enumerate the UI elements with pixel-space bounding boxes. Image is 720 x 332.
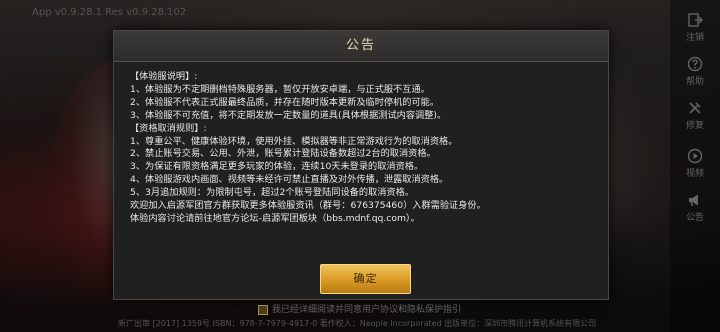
dialog-title: 公告 <box>345 38 376 53</box>
announcement-line: 欢迎加入启源军团官方群获取更多体验服资讯（群号：676375460）入群需验证身… <box>130 200 486 212</box>
game-login-screen: App v0.9.28.1 Res v0.9.28.102 注销 帮助 修复 视… <box>0 0 720 332</box>
announcement-line: 5、3月追加规则：为限制屯号，超过2个账号登陆同设备的取消资格。 <box>130 187 414 199</box>
announcement-line: 3、为保证有限资格满足更多玩家的体验，连续10天未登录的取消资格。 <box>130 161 424 173</box>
dialog-header: 公告 <box>114 31 608 62</box>
announcement-line: 体验内容讨论请前往地官方论坛-启源军团板块（bbs.mdnf.qq.com）。 <box>130 212 420 224</box>
announcement-line: 2、体验服不代表正式服最终品质，并存在随时版本更新及临时停机的可能。 <box>130 96 440 108</box>
agreement-text[interactable]: 我已经详细阅读并同意用户协议和隐私保护指引 <box>272 305 461 315</box>
announcement-line: 1、体验服为不定期删档特殊服务器，暂仅开放安卓端，与正式服不互通。 <box>130 83 430 95</box>
dialog-body: 【体验服说明】: 1、体验服为不定期删档特殊服务器，暂仅开放安卓端，与正式服不互… <box>130 71 592 226</box>
announcement-line: 4、体验服游戏内画面、视频等未经许可禁止直播及对外传播，泄露取消资格。 <box>130 174 449 186</box>
announcement-line: 【资格取消规则】: <box>130 122 207 134</box>
agreement-row: 我已经详细阅读并同意用户协议和隐私保护指引 <box>258 302 461 315</box>
announcement-line: 3、体验服不可充值，将不定期发放一定数量的道具(具体根据测试内容调整)。 <box>130 109 447 121</box>
announcement-line: 2、禁止账号交易、公用、外泄，账号累计登陆设备数超过2台的取消资格。 <box>130 148 436 160</box>
announcement-line: 【体验服说明】: <box>130 71 198 82</box>
agreement-checkbox[interactable] <box>258 304 268 315</box>
announcement-line: 1、尊重公平、健康体验环境，使用外挂、模拟器等非正常游戏行为的取消资格。 <box>130 135 458 147</box>
announcement-dialog: 公告 【体验服说明】: 1、体验服为不定期删档特殊服务器，暂仅开放安卓端，与正式… <box>113 30 609 300</box>
confirm-button[interactable]: 确定 <box>320 264 411 294</box>
copyright-text: 新广出审 [2017] 1359号 ISBN：978-7-7979-4917-0… <box>118 319 597 328</box>
